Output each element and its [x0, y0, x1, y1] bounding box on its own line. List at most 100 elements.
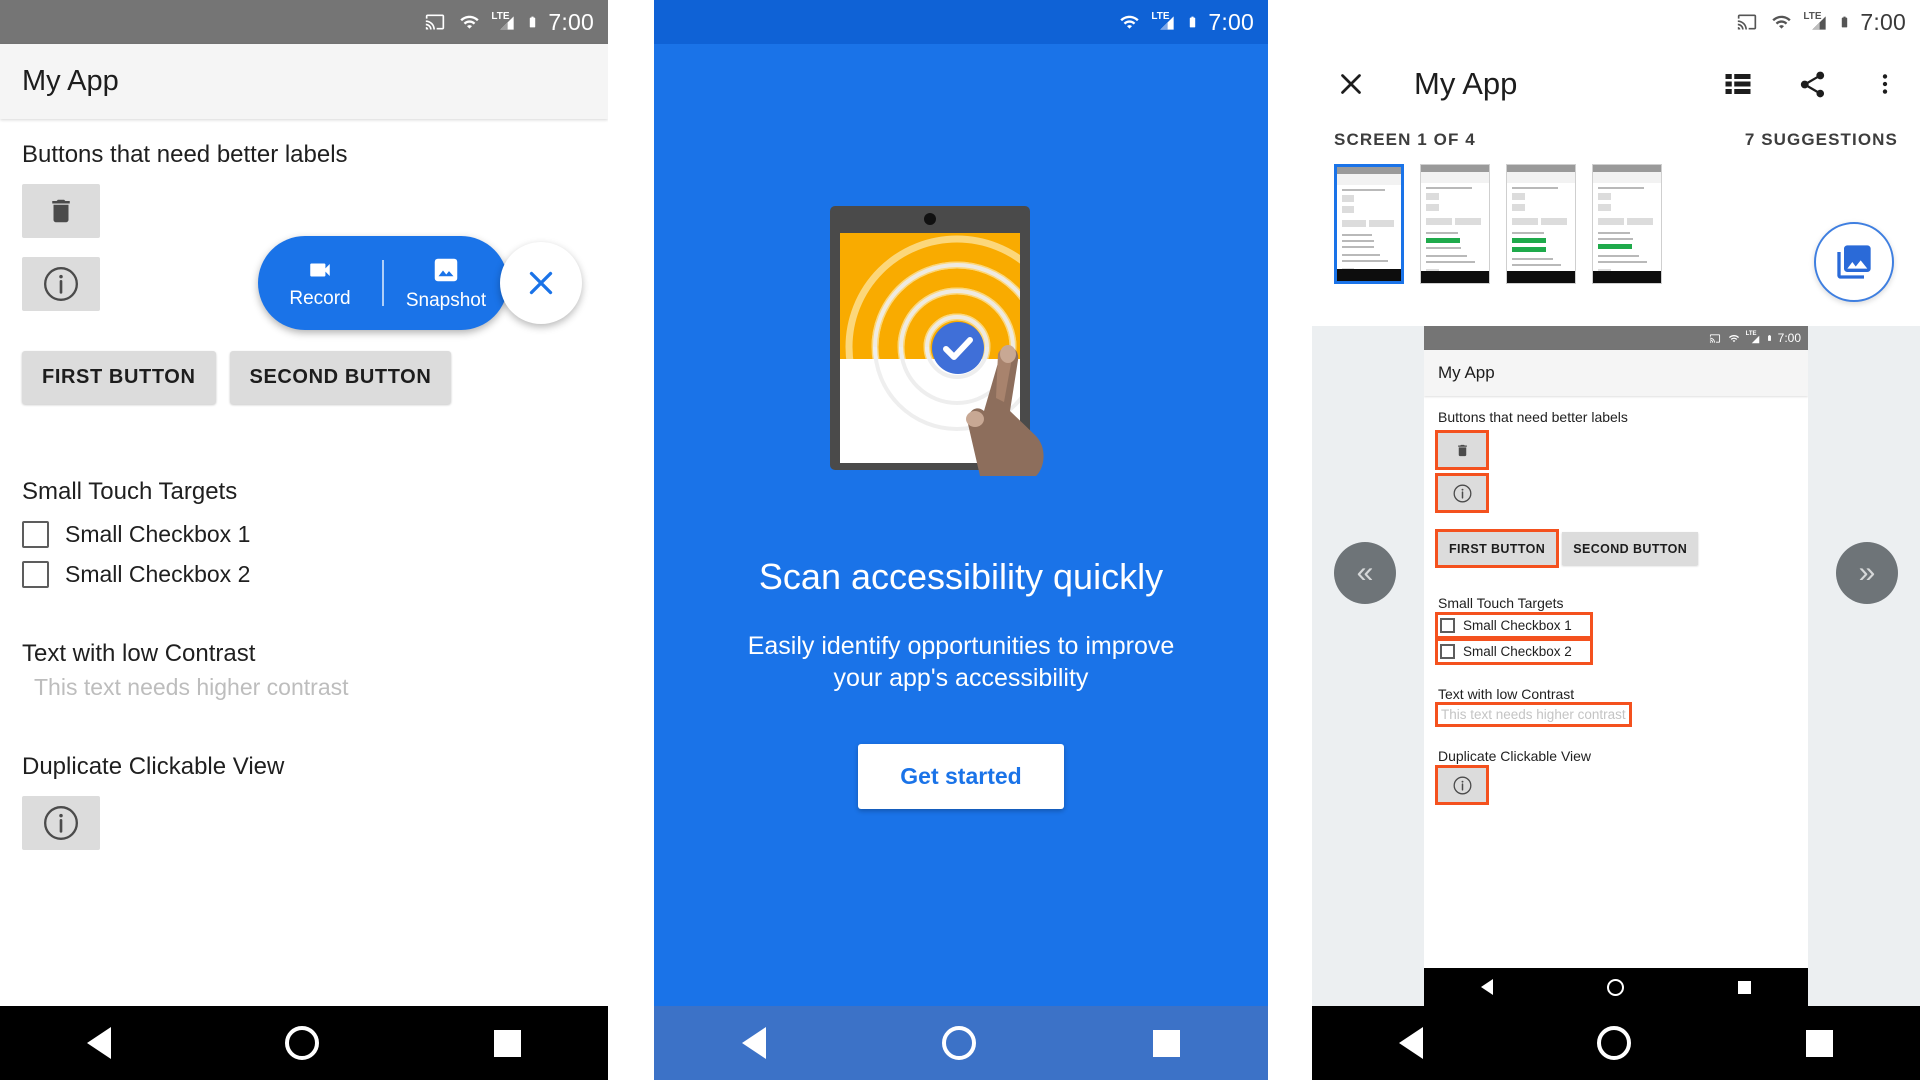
video-camera-icon: [310, 263, 330, 276]
status-bar: LTE 7:00: [654, 0, 1268, 44]
checkbox-2-label: Small Checkbox 2: [65, 561, 251, 587]
battery-icon: [530, 16, 536, 28]
tablet-scan-tap-illustration: [830, 206, 1092, 481]
preview-info-icon-button[interactable]: [1435, 473, 1489, 513]
section-label-buttons: Buttons that need better labels: [22, 141, 348, 168]
nav-home-icon: [1607, 978, 1624, 996]
preview-status-bar: LTE 7:00: [1424, 326, 1808, 350]
cast-icon: [1709, 333, 1720, 343]
checkbox-2-label: Small Checkbox 2: [1463, 644, 1572, 659]
section-label-touch-targets: Small Touch Targets: [22, 478, 238, 505]
nav-back-icon[interactable]: [1399, 1027, 1424, 1059]
nav-recents-icon[interactable]: [1805, 1029, 1833, 1057]
checkbox-1[interactable]: [1440, 618, 1455, 633]
delete-icon-button[interactable]: [22, 184, 100, 238]
nav-back-icon[interactable]: [742, 1027, 767, 1059]
checkbox-2[interactable]: [1440, 644, 1455, 659]
preview-section-touch-targets: Small Touch Targets: [1438, 595, 1564, 611]
checkbox-1-label: Small Checkbox 1: [65, 521, 251, 547]
close-widget-button[interactable]: [500, 242, 582, 324]
status-time: 7:00: [1860, 8, 1906, 35]
cast-icon: [426, 14, 445, 30]
list-view-icon[interactable]: [1723, 69, 1753, 99]
lte-signal-icon: LTE: [1803, 11, 1829, 32]
snapshot-label: Snapshot: [405, 289, 487, 311]
preview-nav-bar: [1424, 968, 1808, 1006]
battery-icon: [1190, 16, 1196, 28]
first-button[interactable]: FIRST BUTTON: [22, 351, 216, 404]
nav-home-icon[interactable]: [942, 1026, 977, 1060]
screen-thumbnail[interactable]: [1420, 164, 1490, 284]
preview-duplicate-info-button[interactable]: [1435, 765, 1489, 805]
preview-checkbox-row-2[interactable]: Small Checkbox 2: [1435, 638, 1593, 665]
snapshot-button[interactable]: Snapshot: [384, 255, 508, 312]
info-circle-icon: [1453, 484, 1471, 502]
app-bar-actions: [1723, 69, 1898, 100]
system-nav-bar: [1312, 1006, 1920, 1080]
page-title: My App: [1414, 66, 1518, 101]
next-screen-button[interactable]: »: [1836, 542, 1898, 604]
middle-phone-panel: LTE 7:00 Scan accessibility quickly Easi…: [654, 0, 1268, 1080]
status-bar: LTE 7:00: [1312, 0, 1920, 44]
wifi-icon: [460, 15, 480, 29]
checkbox-1-label: Small Checkbox 1: [1463, 618, 1572, 633]
wifi-icon: [1728, 334, 1739, 342]
trash-icon: [52, 199, 70, 223]
nav-recents-icon[interactable]: [1152, 1029, 1180, 1057]
screen-counter: SCREEN 1 OF 4: [1334, 130, 1476, 149]
checkbox-2[interactable]: [22, 561, 49, 588]
nav-back-icon: [1481, 979, 1493, 995]
overflow-menu-icon[interactable]: [1872, 69, 1898, 99]
screen-thumbnail[interactable]: [1334, 164, 1404, 284]
previous-screen-button[interactable]: «: [1334, 542, 1396, 604]
results-meta-row: SCREEN 1 OF 4 7 SUGGESTIONS: [1312, 130, 1920, 150]
preview-first-button[interactable]: FIRST BUTTON: [1434, 529, 1560, 568]
left-content: Buttons that need better labels FIRST BU…: [0, 119, 608, 850]
close-icon[interactable]: [1334, 67, 1368, 101]
section-label-duplicate: Duplicate Clickable View: [22, 753, 285, 780]
cast-icon: [1738, 14, 1757, 30]
lte-signal-icon: LTE: [1151, 11, 1177, 32]
screen-preview-area: « » LTE 7:00 My App Buttons that need be…: [1312, 326, 1920, 1006]
status-time: 7:00: [548, 8, 594, 35]
wifi-icon: [1120, 15, 1140, 29]
page-title: My App: [22, 65, 119, 97]
preview-app-bar: My App: [1424, 350, 1808, 396]
nav-recents-icon: [1738, 980, 1751, 994]
info-icon-button[interactable]: [22, 257, 100, 311]
low-contrast-text: This text needs higher contrast: [34, 674, 349, 700]
duplicate-info-icon-button[interactable]: [22, 796, 100, 850]
results-app-bar: My App: [1312, 44, 1920, 124]
suggestion-count: 7 SUGGESTIONS: [1744, 130, 1898, 149]
preview-delete-icon-button[interactable]: [1435, 430, 1489, 470]
share-icon[interactable]: [1797, 69, 1828, 100]
image-icon: [434, 258, 458, 281]
nav-recents-icon[interactable]: [493, 1029, 521, 1057]
preview-second-button[interactable]: SECOND BUTTON: [1562, 532, 1699, 565]
screen-thumbnail[interactable]: [1592, 164, 1662, 284]
gallery-fab-button[interactable]: [1814, 222, 1894, 302]
second-button[interactable]: SECOND BUTTON: [229, 351, 452, 404]
left-phone-panel: LTE 7:00 My App Buttons that need better…: [0, 0, 608, 1080]
nav-home-icon[interactable]: [1597, 1026, 1632, 1060]
screen-thumbnail[interactable]: [1506, 164, 1576, 284]
preview-button-row: FIRST BUTTON SECOND BUTTON: [1434, 529, 1794, 568]
preview-status-time: 7:00: [1777, 331, 1801, 345]
checkbox-row-2[interactable]: Small Checkbox 2: [22, 561, 586, 588]
close-icon: [529, 271, 553, 295]
record-snapshot-pill: Record Snapshot: [258, 236, 508, 330]
record-button[interactable]: Record: [258, 257, 382, 310]
preview-section-low-contrast: Text with low Contrast: [1438, 686, 1575, 702]
button-row: FIRST BUTTON SECOND BUTTON: [22, 351, 586, 404]
lte-signal-icon: LTE: [1746, 331, 1761, 344]
nav-back-icon[interactable]: [87, 1027, 112, 1059]
right-results-panel: LTE 7:00 My App SCREEN 1 OF 4 7 SUGGESTI…: [1312, 0, 1920, 1080]
checkbox-row-1[interactable]: Small Checkbox 1: [22, 521, 586, 548]
status-time: 7:00: [1208, 8, 1254, 35]
system-nav-bar: [654, 1006, 1268, 1080]
preview-checkbox-row-1[interactable]: Small Checkbox 1: [1435, 612, 1593, 639]
checkbox-1[interactable]: [22, 521, 49, 548]
get-started-button[interactable]: Get started: [858, 744, 1064, 809]
scanner-floating-widget: Record Snapshot: [258, 236, 582, 330]
nav-home-icon[interactable]: [285, 1026, 320, 1060]
